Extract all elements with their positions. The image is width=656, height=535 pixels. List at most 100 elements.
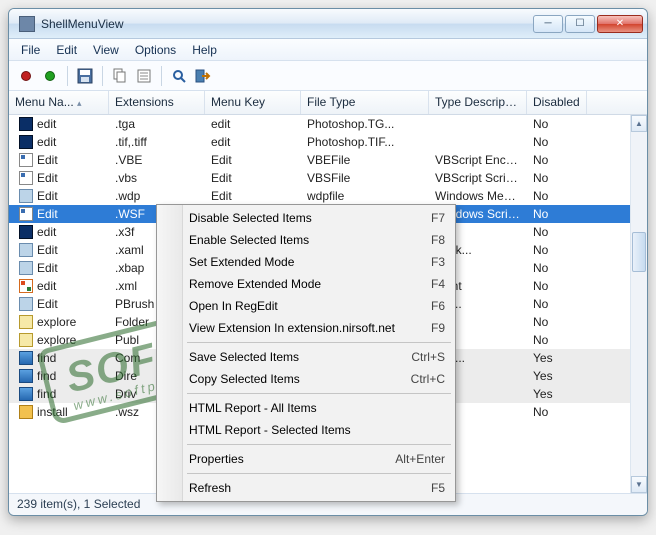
context-menu: Disable Selected ItemsF7Enable Selected … bbox=[156, 204, 456, 502]
col-menu-key[interactable]: Menu Key bbox=[205, 91, 301, 114]
menu-item-label: Refresh bbox=[189, 481, 431, 495]
scroll-up-button[interactable]: ▲ bbox=[631, 115, 647, 132]
menu-item-label: Disable Selected Items bbox=[189, 211, 431, 225]
menu-item-label: Enable Selected Items bbox=[189, 233, 431, 247]
menu-item-accel: Ctrl+C bbox=[411, 372, 445, 386]
col-type-desc[interactable]: Type Descripti... bbox=[429, 91, 527, 114]
menu-item-label: View Extension In extension.nirsoft.net bbox=[189, 321, 431, 335]
filetype-icon bbox=[19, 333, 33, 347]
row-name: install bbox=[37, 405, 68, 419]
menu-separator bbox=[187, 473, 451, 474]
menu-item[interactable]: Set Extended ModeF3 bbox=[159, 251, 453, 273]
filetype-icon bbox=[19, 351, 33, 365]
menu-view[interactable]: View bbox=[85, 41, 127, 59]
row-name: Edit bbox=[37, 153, 58, 167]
row-name: find bbox=[37, 369, 56, 383]
menu-item-accel: F7 bbox=[431, 211, 445, 225]
table-row[interactable]: edit.tgaeditPhotoshop.TG...No bbox=[9, 115, 647, 133]
filetype-icon bbox=[19, 207, 33, 221]
menu-options[interactable]: Options bbox=[127, 41, 184, 59]
menu-separator bbox=[187, 444, 451, 445]
table-row[interactable]: Edit.vbsEditVBSFileVBScript Script...No bbox=[9, 169, 647, 187]
app-icon bbox=[19, 16, 35, 32]
minimize-button[interactable]: ─ bbox=[533, 15, 563, 33]
menu-item-label: HTML Report - Selected Items bbox=[189, 423, 445, 437]
menu-item-accel: F8 bbox=[431, 233, 445, 247]
separator bbox=[161, 66, 162, 86]
filetype-icon bbox=[19, 117, 33, 131]
menu-item-accel: Alt+Enter bbox=[395, 452, 445, 466]
menu-item[interactable]: HTML Report - Selected Items bbox=[159, 419, 453, 441]
menubar: FileEditViewOptionsHelp bbox=[9, 39, 647, 61]
menu-item-label: Properties bbox=[189, 452, 395, 466]
menu-item-accel: F9 bbox=[431, 321, 445, 335]
row-name: explore bbox=[37, 333, 76, 347]
menu-item[interactable]: PropertiesAlt+Enter bbox=[159, 448, 453, 470]
filetype-icon bbox=[19, 153, 33, 167]
col-disabled[interactable]: Disabled bbox=[527, 91, 587, 114]
row-name: Edit bbox=[37, 207, 58, 221]
filetype-icon bbox=[19, 315, 33, 329]
menu-edit[interactable]: Edit bbox=[48, 41, 85, 59]
menu-separator bbox=[187, 342, 451, 343]
scroll-down-button[interactable]: ▼ bbox=[631, 476, 647, 493]
save-icon[interactable] bbox=[74, 65, 96, 87]
menu-item-label: HTML Report - All Items bbox=[189, 401, 445, 415]
close-button[interactable]: ✕ bbox=[597, 15, 643, 33]
filetype-icon bbox=[19, 279, 33, 293]
menu-help[interactable]: Help bbox=[184, 41, 225, 59]
row-name: Edit bbox=[37, 171, 58, 185]
copy-icon[interactable] bbox=[109, 65, 131, 87]
filetype-icon bbox=[19, 369, 33, 383]
properties-icon[interactable] bbox=[133, 65, 155, 87]
column-headers: Menu Na... ▴ Extensions Menu Key File Ty… bbox=[9, 91, 647, 115]
maximize-button[interactable]: ☐ bbox=[565, 15, 595, 33]
menu-item-label: Remove Extended Mode bbox=[189, 277, 431, 291]
menu-item[interactable]: Disable Selected ItemsF7 bbox=[159, 207, 453, 229]
menu-item[interactable]: Open In RegEditF6 bbox=[159, 295, 453, 317]
row-name: edit bbox=[37, 117, 56, 131]
filetype-icon bbox=[19, 297, 33, 311]
row-name: edit bbox=[37, 279, 56, 293]
menu-item-accel: Ctrl+S bbox=[411, 350, 445, 364]
menu-item-label: Save Selected Items bbox=[189, 350, 411, 364]
menu-item[interactable]: HTML Report - All Items bbox=[159, 397, 453, 419]
row-name: edit bbox=[37, 135, 56, 149]
menu-item-label: Set Extended Mode bbox=[189, 255, 431, 269]
disable-icon[interactable] bbox=[15, 65, 37, 87]
row-name: Edit bbox=[37, 297, 58, 311]
row-name: find bbox=[37, 387, 56, 401]
table-row[interactable]: Edit.wdpEditwdpfileWindows Medi...No bbox=[9, 187, 647, 205]
menu-item[interactable]: Copy Selected ItemsCtrl+C bbox=[159, 368, 453, 390]
col-extensions[interactable]: Extensions bbox=[109, 91, 205, 114]
toolbar bbox=[9, 61, 647, 91]
filetype-icon bbox=[19, 135, 33, 149]
menu-item-accel: F6 bbox=[431, 299, 445, 313]
menu-separator bbox=[187, 393, 451, 394]
table-row[interactable]: Edit.VBEEditVBEFileVBScript Enco...No bbox=[9, 151, 647, 169]
menu-item-accel: F5 bbox=[431, 481, 445, 495]
enable-icon[interactable] bbox=[39, 65, 61, 87]
titlebar: ShellMenuView ─ ☐ ✕ bbox=[9, 9, 647, 39]
table-row[interactable]: edit.tif,.tiffeditPhotoshop.TIF...No bbox=[9, 133, 647, 151]
separator bbox=[102, 66, 103, 86]
menu-item[interactable]: Save Selected ItemsCtrl+S bbox=[159, 346, 453, 368]
vertical-scrollbar[interactable]: ▲ ▼ bbox=[630, 115, 647, 493]
col-menu-name[interactable]: Menu Na... ▴ bbox=[9, 91, 109, 114]
menu-file[interactable]: File bbox=[13, 41, 48, 59]
exit-icon[interactable] bbox=[192, 65, 214, 87]
row-name: edit bbox=[37, 225, 56, 239]
row-name: Edit bbox=[37, 261, 58, 275]
scroll-thumb[interactable] bbox=[632, 232, 646, 272]
filetype-icon bbox=[19, 171, 33, 185]
filetype-icon bbox=[19, 225, 33, 239]
menu-item-label: Copy Selected Items bbox=[189, 372, 411, 386]
menu-item[interactable]: View Extension In extension.nirsoft.netF… bbox=[159, 317, 453, 339]
menu-item[interactable]: Remove Extended ModeF4 bbox=[159, 273, 453, 295]
window-title: ShellMenuView bbox=[41, 17, 533, 31]
find-icon[interactable] bbox=[168, 65, 190, 87]
col-file-type[interactable]: File Type bbox=[301, 91, 429, 114]
menu-item[interactable]: Enable Selected ItemsF8 bbox=[159, 229, 453, 251]
menu-item[interactable]: RefreshF5 bbox=[159, 477, 453, 499]
menu-item-accel: F4 bbox=[431, 277, 445, 291]
